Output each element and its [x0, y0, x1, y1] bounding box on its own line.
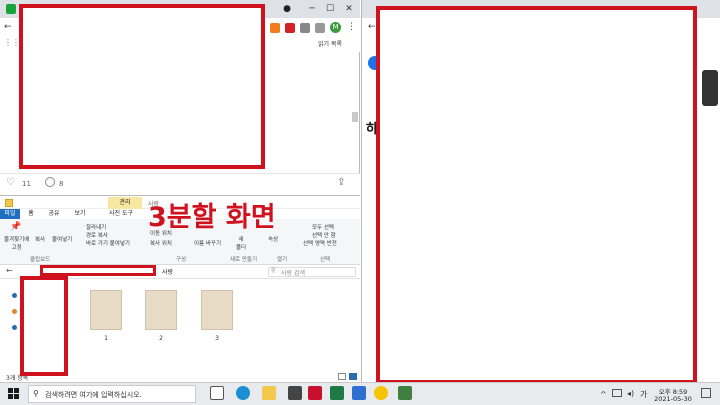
- folder-icon: [5, 199, 13, 207]
- ribbon-tab-file[interactable]: 파일: [0, 209, 20, 219]
- select-none-button[interactable]: 선택 안 함: [312, 231, 336, 239]
- volume-icon[interactable]: ◂): [627, 389, 634, 398]
- right-side-image: [702, 70, 718, 106]
- ime-indicator[interactable]: 가: [640, 389, 647, 400]
- group-organize: 구성: [176, 257, 187, 263]
- extension-orange-icon[interactable]: [270, 23, 280, 33]
- excel-icon[interactable]: [330, 386, 344, 400]
- nav-pane-blue-icon[interactable]: [12, 293, 17, 298]
- apps-grid-icon[interactable]: ⋮⋮: [4, 38, 20, 47]
- task-view-icon[interactable]: [210, 386, 224, 400]
- group-new: 새로 만들기: [230, 257, 258, 263]
- paste-button[interactable]: 붙여넣기: [52, 235, 72, 243]
- close-window-icon[interactable]: ✕: [340, 2, 358, 16]
- nav-back-icon[interactable]: ←: [6, 266, 13, 275]
- right-back-arrow-icon[interactable]: ←: [368, 22, 376, 32]
- nav-pane-red-highlight: [20, 276, 68, 376]
- right-red-highlight: [376, 6, 697, 384]
- nav-pane-cloud-icon[interactable]: [12, 325, 17, 330]
- share-icon[interactable]: ⇪: [337, 177, 345, 188]
- group-select: 선택: [320, 257, 331, 263]
- pin-icon: 📌: [10, 222, 22, 232]
- comment-count: 8: [59, 180, 64, 188]
- file-thumbnail[interactable]: [90, 290, 122, 330]
- properties-button[interactable]: 속성: [268, 235, 278, 243]
- tab-favicon-icon[interactable]: [6, 4, 16, 14]
- minimize-icon[interactable]: ─: [303, 2, 321, 16]
- kakaotalk-icon[interactable]: [398, 386, 412, 400]
- chrome-icon[interactable]: [374, 386, 388, 400]
- address-red-highlight: [40, 265, 156, 276]
- rename-button[interactable]: 이름 바꾸기: [194, 239, 221, 247]
- scrollbar-thumb[interactable]: [352, 112, 358, 122]
- nav-pane-orange-icon[interactable]: [12, 309, 17, 314]
- select-all-button[interactable]: 모두 선택: [312, 223, 334, 231]
- mcafee-icon[interactable]: [308, 386, 322, 400]
- tab-close-icon[interactable]: ●: [278, 2, 296, 16]
- copy-path-button[interactable]: 경로 복사: [86, 231, 108, 239]
- details-view-icon[interactable]: [338, 373, 346, 380]
- ribbon-tab-home[interactable]: 홈: [24, 209, 38, 219]
- profile-avatar[interactable]: M: [330, 22, 341, 33]
- file-name[interactable]: 1: [90, 335, 122, 342]
- edge-browser-icon[interactable]: [236, 386, 250, 400]
- post-footer: ♡ 11 8 ⇪: [0, 173, 360, 195]
- copy-to-button[interactable]: 복사 위치: [150, 239, 172, 247]
- extensions-puzzle-icon[interactable]: [300, 23, 310, 33]
- bookmark-bar-icon[interactable]: [315, 23, 325, 33]
- top-left-red-highlight: [19, 4, 265, 169]
- copy-button[interactable]: 복사: [35, 235, 45, 243]
- pdf-extension-icon[interactable]: [285, 23, 295, 33]
- search-field[interactable]: 사랑 검색: [268, 267, 356, 277]
- taskbar-search-box[interactable]: ⚲ 검색하려면 여기에 입력하십시오.: [28, 385, 196, 403]
- file-explorer-taskbar-icon[interactable]: [262, 386, 276, 400]
- overlay-title: 3분할 화면: [148, 202, 276, 233]
- back-arrow-icon[interactable]: ←: [4, 22, 12, 32]
- group-clipboard: 클립보드: [30, 257, 51, 263]
- browser-menu-icon[interactable]: ⋮: [347, 22, 356, 32]
- heart-icon[interactable]: ♡: [6, 177, 15, 188]
- address-field[interactable]: 사랑: [160, 267, 260, 277]
- paste-shortcut-button[interactable]: 바로 가기 붙여넣기: [86, 239, 130, 247]
- file-name[interactable]: 3: [201, 335, 233, 342]
- taskbar-search-placeholder: 검색하려면 여기에 입력하십시오.: [45, 391, 142, 399]
- file-thumbnail[interactable]: [201, 290, 233, 330]
- file-name[interactable]: 2: [145, 335, 177, 342]
- cut-button[interactable]: 잘라내기: [86, 223, 106, 231]
- like-count: 11: [22, 180, 31, 188]
- invert-selection-button[interactable]: 선택 영역 반전: [303, 239, 337, 247]
- network-icon[interactable]: [612, 389, 622, 397]
- comment-icon[interactable]: [45, 177, 55, 187]
- store-icon[interactable]: [288, 386, 302, 400]
- maximize-icon[interactable]: ☐: [321, 2, 339, 16]
- notification-icon[interactable]: [701, 388, 711, 398]
- pin-quick-access-button[interactable]: 즐겨찾기에 고정: [4, 235, 29, 251]
- reading-list-button[interactable]: 읽기 목록: [318, 39, 342, 48]
- manage-tab[interactable]: 관리: [108, 197, 142, 209]
- windows-start-icon[interactable]: [8, 388, 19, 399]
- ribbon-tab-picture-tools[interactable]: 사진 도구: [104, 209, 138, 219]
- group-open: 열기: [277, 257, 288, 263]
- tray-overflow-icon[interactable]: ^: [600, 390, 607, 399]
- file-thumbnail[interactable]: [145, 290, 177, 330]
- ribbon-tab-share[interactable]: 공유: [44, 209, 64, 219]
- taskbar-search-icon: ⚲: [33, 389, 39, 398]
- search-icon: ⚲: [271, 267, 276, 274]
- ribbon-tab-view[interactable]: 보기: [70, 209, 90, 219]
- new-folder-button[interactable]: 새 폴더: [236, 235, 246, 251]
- thumbnail-view-icon[interactable]: [349, 373, 357, 380]
- clock-date[interactable]: 2021-05-30: [650, 395, 696, 403]
- outlook-icon[interactable]: [352, 386, 366, 400]
